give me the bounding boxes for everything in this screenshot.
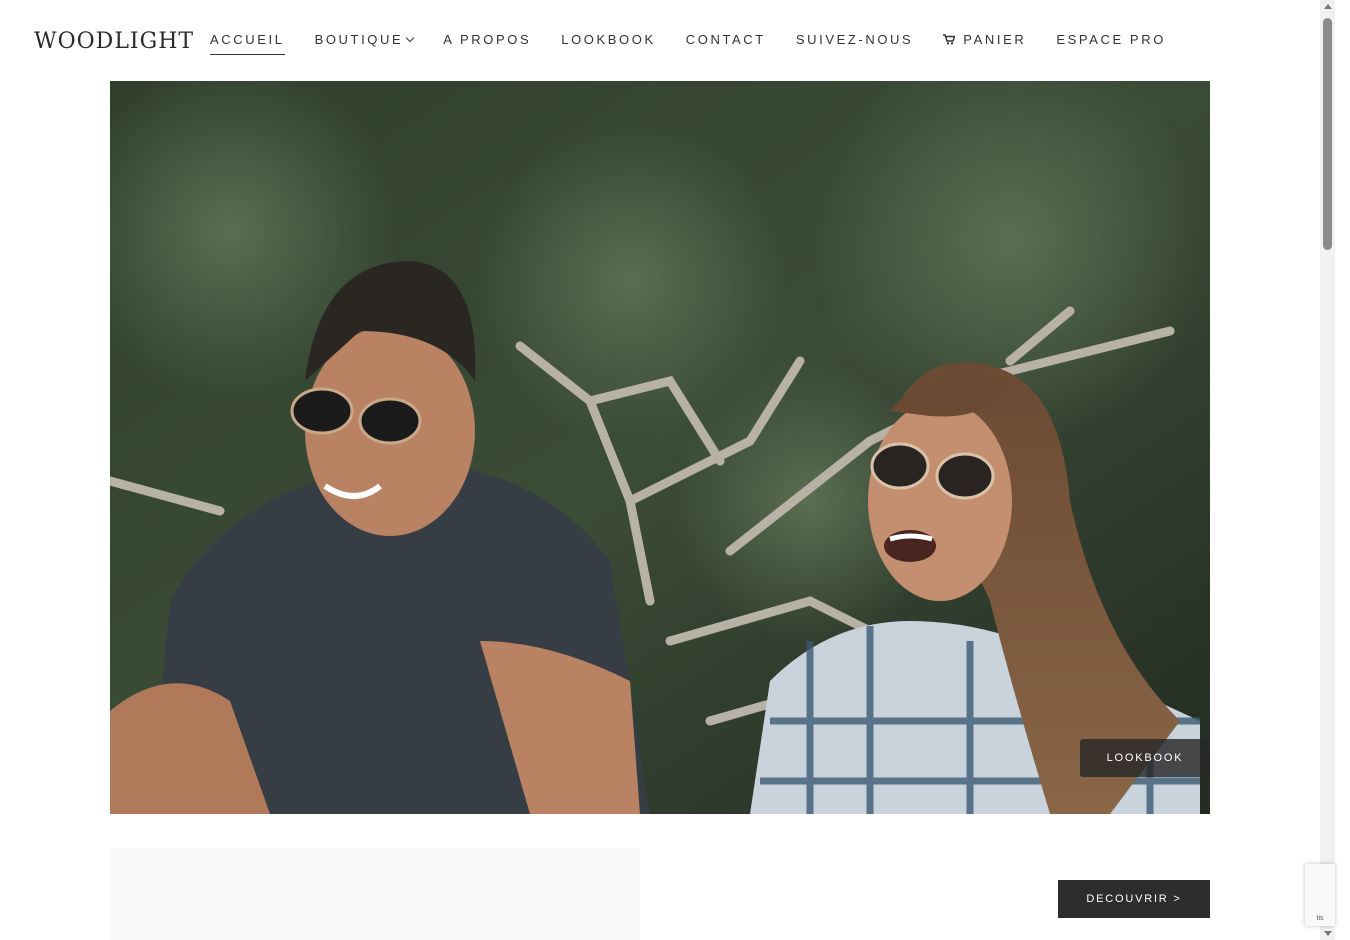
scroll-up-arrow-icon[interactable]	[1324, 4, 1332, 9]
lookbook-tag[interactable]: LOOKBOOK	[1080, 739, 1210, 777]
site-logo[interactable]: WOODLIGHT	[34, 29, 194, 54]
nav-item-boutique[interactable]: BOUTIQUE	[314, 32, 415, 47]
content-panel	[110, 848, 640, 940]
recaptcha-label: tis	[1316, 915, 1324, 922]
chevron-down-icon	[406, 33, 415, 42]
nav-item-a-propos[interactable]: A PROPOS	[443, 32, 531, 47]
discover-button[interactable]: DECOUVRIR >	[1058, 880, 1210, 918]
page-scrollbar[interactable]	[1320, 0, 1335, 940]
cart-icon	[943, 34, 956, 45]
scroll-down-arrow-icon[interactable]	[1324, 931, 1332, 936]
nav-item-boutique-label: BOUTIQUE	[314, 32, 404, 47]
hero-photo	[110, 81, 1210, 814]
hero-image[interactable]: LOOKBOOK	[110, 81, 1210, 814]
recaptcha-badge[interactable]: tis	[1305, 864, 1335, 926]
nav-item-suivez-nous[interactable]: SUIVEZ-NOUS	[796, 32, 913, 47]
nav-item-lookbook[interactable]: LOOKBOOK	[561, 32, 656, 47]
nav-item-contact[interactable]: CONTACT	[686, 32, 766, 47]
scroll-thumb[interactable]	[1323, 18, 1332, 250]
nav-item-panier[interactable]: PANIER	[943, 32, 1026, 47]
nav-item-espace-pro[interactable]: ESPACE PRO	[1056, 32, 1166, 47]
nav-item-accueil[interactable]: ACCUEIL	[210, 32, 285, 55]
site-header: WOODLIGHT ACCUEIL BOUTIQUE A PROPOS LOOK…	[0, 0, 1320, 81]
nav-item-panier-label: PANIER	[963, 32, 1027, 47]
main-nav: ACCUEIL BOUTIQUE A PROPOS LOOKBOOK CONTA…	[210, 32, 1196, 55]
